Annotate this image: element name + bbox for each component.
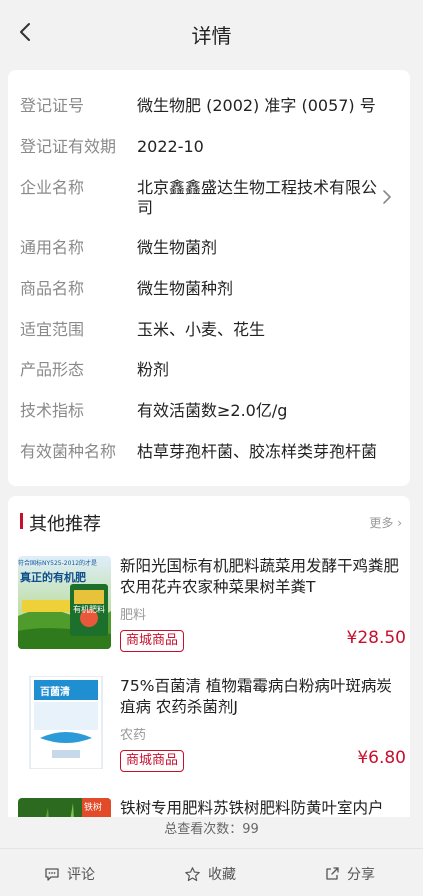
- thumb-caption-main: 百菌清: [40, 687, 70, 698]
- info-value: 北京鑫鑫盛达生物工程技术有限公司: [137, 178, 378, 217]
- bottom-action-bar: 评论 收藏 分享: [0, 848, 423, 896]
- thumb-caption-main: 铁树: [84, 803, 103, 813]
- section-accent-bar: [20, 513, 23, 529]
- share-label: 分享: [347, 867, 375, 883]
- product-thumbnail: 符合国标NY525-2012的才是 真正的有机肥 有机肥料: [18, 556, 111, 649]
- thumb-caption-bag: 有机肥料: [73, 605, 105, 614]
- info-label: 适宜范围: [20, 320, 85, 339]
- page-title: 详情: [191, 24, 232, 48]
- info-label: 产品形态: [20, 360, 85, 379]
- info-value: 微生物肥 (2002) 准字 (0057) 号: [137, 96, 376, 115]
- thumb-caption-top: 符合国标NY525-2012的才是: [18, 560, 98, 567]
- star-icon: [185, 866, 200, 881]
- info-value: 枯草芽孢杆菌、胶冻样类芽孢杆菌: [137, 442, 378, 461]
- chevron-right-icon: ›: [397, 516, 402, 530]
- info-value: 玉米、小麦、花生: [137, 320, 266, 339]
- product-price: ¥6.80: [357, 748, 406, 768]
- info-value: 有效活菌数≥2.0亿/g: [137, 401, 288, 420]
- info-label: 企业名称: [20, 178, 85, 197]
- share-button[interactable]: 分享: [324, 863, 375, 885]
- favorite-button[interactable]: 收藏: [184, 863, 236, 885]
- product-item[interactable]: 百菌清 75%百菌清 植物霜霉病白粉病叶斑病炭疽病 农药杀菌剂J 农药 商城商品…: [18, 676, 406, 786]
- view-count: 总查看次数：99: [0, 817, 423, 843]
- top-nav-bar: 详情: [0, 0, 423, 66]
- product-name: 75%百菌清 植物霜霉病白粉病叶斑病炭疽病 农药杀菌剂J: [120, 677, 392, 716]
- product-name: 新阳光国标有机肥料蔬菜用发酵干鸡粪肥农用花卉农家种菜果树羊粪T: [120, 557, 400, 596]
- info-label: 商品名称: [20, 279, 85, 298]
- info-row-company[interactable]: 企业名称 北京鑫鑫盛达生物工程技术有限公司: [20, 178, 398, 222]
- product-item[interactable]: 符合国标NY525-2012的才是 真正的有机肥 有机肥料 新阳光国标有机肥料蔬…: [18, 556, 406, 666]
- favorite-label: 收藏: [208, 867, 236, 883]
- comment-label: 评论: [67, 867, 95, 883]
- info-label: 登记证号: [20, 96, 85, 115]
- chevron-right-icon: [383, 190, 391, 204]
- recommendation-section: 其他推荐 更多 › 符合国标NY525-2012的才是 真正的有机肥 有机肥料 …: [8, 496, 410, 826]
- product-price: ¥28.50: [346, 628, 406, 648]
- info-value: 微生物菌剂: [137, 238, 218, 257]
- comment-button[interactable]: 评论: [44, 863, 95, 885]
- thumb-caption-main: 真正的有机肥: [20, 571, 86, 584]
- share-icon: [326, 867, 339, 880]
- product-name: 铁树专用肥料苏铁树肥料防黄叶室内户: [120, 799, 384, 817]
- more-label: 更多: [369, 516, 394, 530]
- info-label: 登记证有效期: [20, 137, 117, 156]
- product-category: 肥料: [120, 608, 147, 623]
- info-value: 微生物菌种剂: [137, 279, 234, 298]
- registration-info-card: 登记证号 微生物肥 (2002) 准字 (0057) 号 登记证有效期 2022…: [8, 70, 410, 486]
- comment-icon: [45, 868, 59, 881]
- product-category: 农药: [120, 728, 147, 743]
- info-value: 粉剂: [137, 360, 170, 379]
- mall-product-badge: 商城商品: [120, 630, 185, 652]
- info-label: 有效菌种名称: [20, 442, 117, 461]
- mall-product-badge: 商城商品: [120, 750, 185, 772]
- section-title: 其他推荐: [29, 514, 101, 535]
- more-link[interactable]: 更多 ›: [369, 514, 402, 531]
- product-thumbnail: 百菌清: [18, 676, 111, 769]
- info-label: 技术指标: [20, 401, 85, 420]
- info-label: 通用名称: [20, 238, 85, 257]
- info-value: 2022-10: [137, 137, 204, 156]
